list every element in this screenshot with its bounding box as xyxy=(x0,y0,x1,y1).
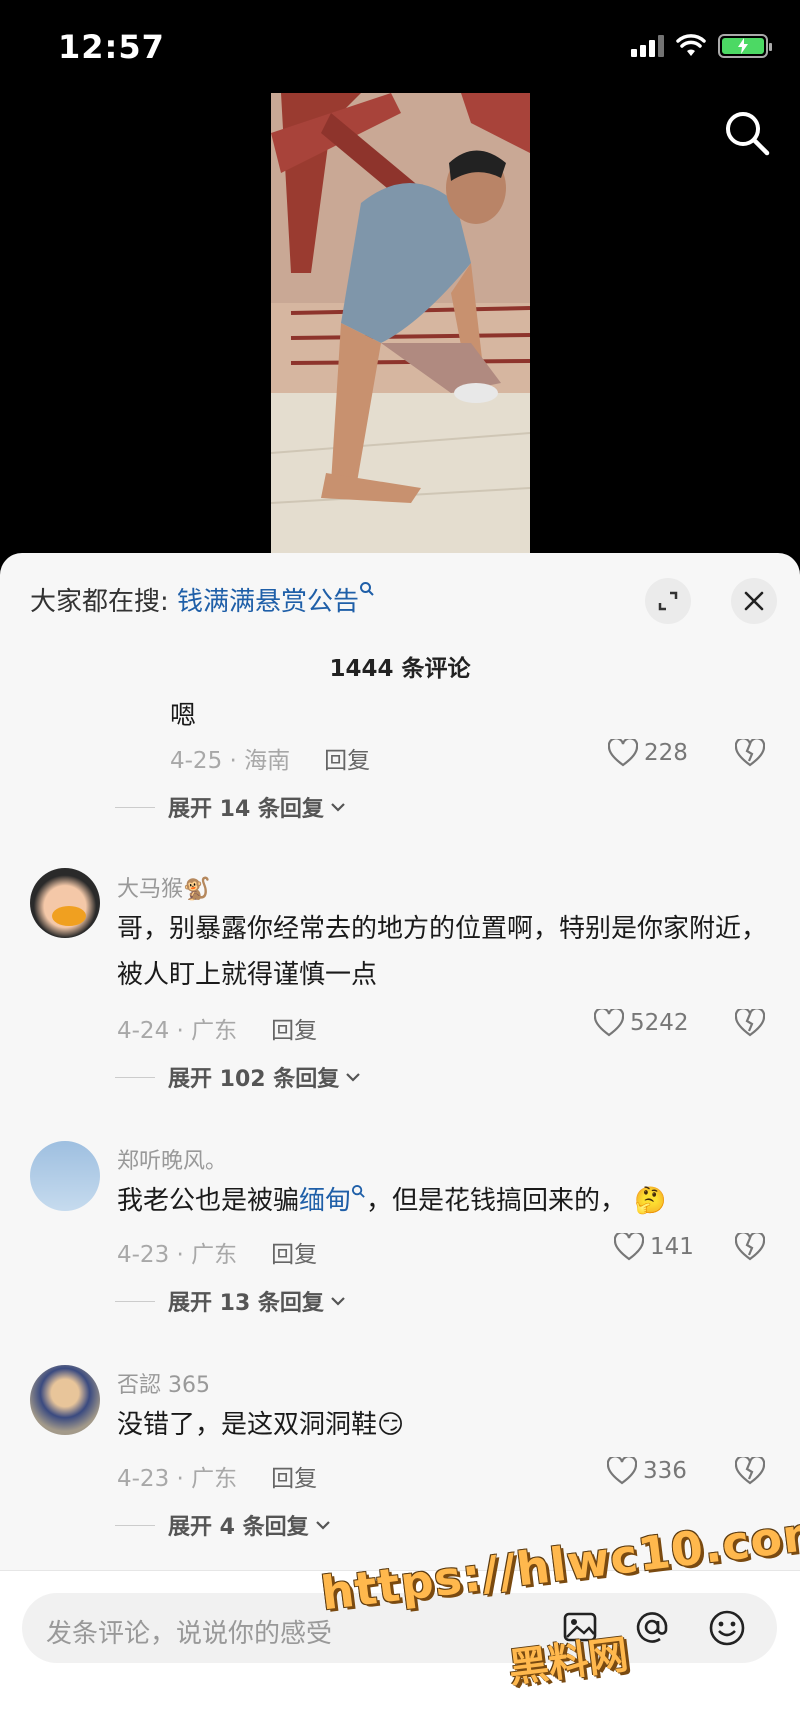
comment-text-part: 我老公也是被骗 xyxy=(117,1186,300,1216)
expand-replies[interactable]: 展开 102 条回复 xyxy=(115,1061,361,1093)
like-count: 336 xyxy=(643,1458,687,1484)
broken-heart-icon[interactable] xyxy=(735,739,765,767)
heart-icon xyxy=(614,1233,644,1261)
comment-username[interactable]: 郑听晚风。 xyxy=(117,1143,227,1175)
like-count: 228 xyxy=(644,740,688,766)
comment-date-region: 4-25 · 海南 xyxy=(170,748,291,774)
battery-icon xyxy=(718,34,772,58)
expand-replies-label: 展开 4 条回复 xyxy=(168,1515,309,1540)
comment-text: 嗯 xyxy=(170,701,197,731)
wifi-icon xyxy=(676,34,706,56)
reply-button[interactable]: 回复 xyxy=(271,1242,317,1268)
like-count: 141 xyxy=(650,1234,694,1260)
like-count: 5242 xyxy=(630,1010,689,1036)
like-button[interactable]: 5242 xyxy=(594,1009,689,1037)
status-bar: 12:57 xyxy=(0,0,800,90)
avatar[interactable] xyxy=(30,1365,100,1435)
expand-replies[interactable]: 展开 4 条回复 xyxy=(115,1509,331,1541)
trending-search: 大家都在搜: 钱满满悬赏公告 xyxy=(30,581,375,618)
expand-icon xyxy=(658,591,678,611)
expand-replies[interactable]: 展开 13 条回复 xyxy=(115,1285,346,1317)
search-small-icon xyxy=(351,1184,365,1198)
like-button[interactable]: 228 xyxy=(608,739,688,767)
expand-replies-label: 展开 14 条回复 xyxy=(168,797,324,822)
search-small-icon xyxy=(360,582,374,596)
watermark-site-name: 黑料网 xyxy=(506,1631,631,1693)
status-time: 12:57 xyxy=(58,28,165,66)
video-frame xyxy=(271,93,530,553)
comment-username[interactable]: 否認 365 xyxy=(117,1367,210,1399)
expand-replies-label: 展开 102 条回复 xyxy=(168,1067,340,1092)
expand-replies[interactable]: 展开 14 条回复 xyxy=(115,791,346,823)
avatar[interactable] xyxy=(30,1141,100,1211)
status-icons xyxy=(631,34,772,58)
reply-button[interactable]: 回复 xyxy=(271,1466,317,1492)
signal-icon xyxy=(631,35,664,57)
comment-meta: 4-24 · 广东 回复 xyxy=(117,1011,317,1045)
heart-icon xyxy=(594,1009,624,1037)
comment-username[interactable]: 大马猴🐒 xyxy=(117,871,210,903)
expand-button[interactable] xyxy=(645,578,691,624)
trending-search-prefix: 大家都在搜: xyxy=(30,587,169,617)
video-player[interactable] xyxy=(271,93,530,553)
watermark: https://hlwc10.com 黑料网 xyxy=(318,1504,800,1697)
comment-text: 我老公也是被骗缅甸 ，但是花钱搞回来的， 🤔 xyxy=(117,1178,770,1224)
comment-text-part: ，但是花钱搞回来的， xyxy=(366,1186,627,1216)
comment-text: 哥，别暴露你经常去的地方的位置啊，特别是你家附近，被人盯上就得谨慎一点 xyxy=(117,914,768,990)
thinking-emoji: 🤔 xyxy=(634,1186,667,1216)
broken-heart-icon[interactable] xyxy=(735,1009,765,1037)
close-button[interactable] xyxy=(731,578,777,624)
comment-text-part: 没错了，是这双洞洞鞋 xyxy=(117,1410,378,1440)
comment-count: 1444 条评论 xyxy=(329,656,471,682)
reply-button[interactable]: 回复 xyxy=(271,1018,317,1044)
comment-meta: 4-23 · 广东 回复 xyxy=(117,1235,317,1269)
heart-icon xyxy=(607,1457,637,1485)
like-button[interactable]: 141 xyxy=(614,1233,694,1261)
broken-heart-icon[interactable] xyxy=(735,1457,765,1485)
like-button[interactable]: 336 xyxy=(607,1457,687,1485)
chevron-down-icon xyxy=(331,803,345,812)
comment-date-region: 4-23 · 广东 xyxy=(117,1466,238,1492)
close-icon xyxy=(744,591,764,611)
comment-date-region: 4-24 · 广东 xyxy=(117,1018,238,1044)
broken-heart-icon[interactable] xyxy=(735,1233,765,1261)
comment-meta: 4-25 · 海南 回复 xyxy=(170,741,370,775)
comment-input-placeholder: 发条评论，说说你的感受 xyxy=(46,1619,333,1649)
comment-date-region: 4-23 · 广东 xyxy=(117,1242,238,1268)
chevron-down-icon xyxy=(331,1297,345,1306)
trending-search-link[interactable]: 钱满满悬赏公告 xyxy=(177,587,359,617)
chevron-down-icon xyxy=(346,1073,361,1082)
search-icon[interactable] xyxy=(722,108,772,158)
comment-text: 没错了，是这双洞洞鞋😏 xyxy=(117,1402,770,1448)
reply-button[interactable]: 回复 xyxy=(324,748,370,774)
chevron-down-icon xyxy=(315,1521,330,1530)
comment-text-link[interactable]: 缅甸 xyxy=(299,1186,351,1216)
avatar[interactable] xyxy=(30,868,100,938)
heart-icon xyxy=(608,739,638,767)
expand-replies-label: 展开 13 条回复 xyxy=(168,1291,324,1316)
comment-meta: 4-23 · 广东 回复 xyxy=(117,1459,317,1493)
smirk-emoji: 😏 xyxy=(377,1410,405,1440)
